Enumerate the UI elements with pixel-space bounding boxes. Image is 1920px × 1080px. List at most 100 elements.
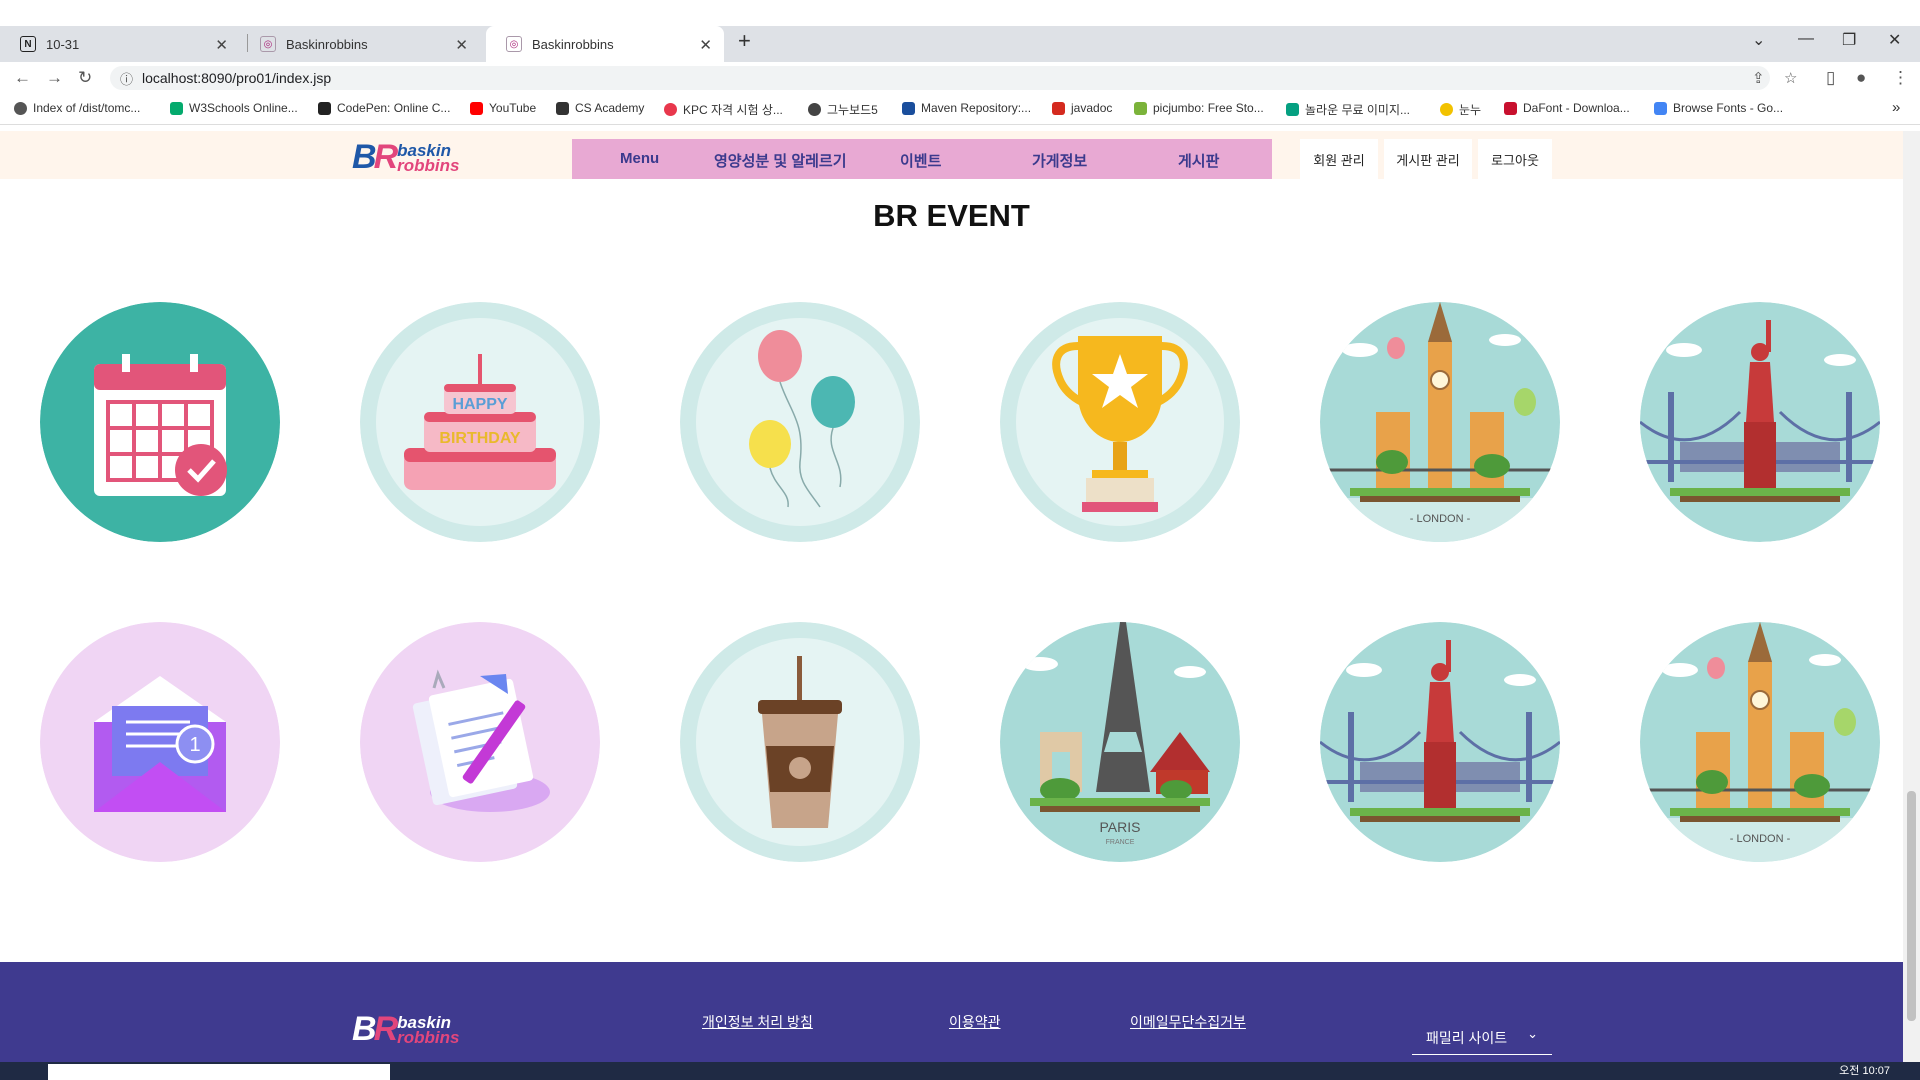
bookmark-item[interactable]: 그누보드5 [808,101,878,118]
tab-title: Baskinrobbins [286,36,368,52]
nav-event[interactable]: 이벤트 [900,150,941,171]
tab-title: 10-31 [46,36,80,52]
svg-text:HAPPY: HAPPY [452,396,507,413]
window-close-icon[interactable]: ✕ [1888,30,1901,50]
tab-1031[interactable]: N 10-31 ✕ [0,26,240,62]
event-coffee-cup-icon[interactable] [680,622,920,862]
more-bookmarks-icon[interactable]: » [1892,99,1900,116]
family-site-label: 패밀리 사이트 [1426,1030,1508,1046]
close-icon[interactable]: ✕ [215,36,228,54]
site-logo[interactable]: BR baskin robbins [352,138,459,177]
bookmark-item[interactable]: 눈누 [1440,101,1481,118]
board-admin-link[interactable]: 게시판 관리 [1384,139,1472,179]
bookmark-item[interactable]: W3Schools Online... [170,101,298,115]
page-scrollbar[interactable] [1903,131,1920,1062]
bookmark-icon [1286,103,1299,116]
taskbar-search[interactable] [48,1064,390,1080]
restore-icon[interactable]: ❐ [1842,30,1856,50]
address-row: ← → ↻ ⓘ localhost:8090/pro01/index.jsp ⇪… [0,62,1920,94]
event-notepad-icon[interactable] [360,622,600,862]
new-tab-icon[interactable]: + [738,28,751,54]
svg-text:1: 1 [189,734,200,756]
logo-words: baskin robbins [397,140,460,175]
bookmark-item[interactable]: KPC 자격 시험 상... [664,101,783,118]
logo-mark: BR [352,1010,398,1048]
window-top-strip [0,0,1920,26]
tab-bar: N 10-31 ✕ ◎ Baskinrobbins ✕ ◎ Baskinrobb… [0,26,1920,62]
bookmark-icon [808,103,821,116]
page-title: BR EVENT [873,198,1030,233]
sidepanel-icon[interactable]: ▯ [1826,68,1835,88]
event-london-icon[interactable]: - LONDON - [1640,622,1880,862]
url-text: localhost:8090/pro01/index.jsp [142,70,332,86]
address-bar[interactable]: ⓘ localhost:8090/pro01/index.jsp ⇪ ☆ [110,66,1797,90]
event-birthday-cake-icon[interactable]: HAPPY BIRTHDAY [360,302,600,542]
logout-link[interactable]: 로그아웃 [1478,139,1552,179]
bookmark-item[interactable]: picjumbo: Free Sto... [1134,101,1264,115]
bookmark-item[interactable]: DaFont - Downloa... [1504,101,1630,115]
forward-icon[interactable]: → [46,68,63,88]
tab-baskinrobbins-1[interactable]: ◎ Baskinrobbins ✕ [240,26,480,62]
terms-link[interactable]: 이용약관 [949,1012,1001,1032]
event-balloons-icon[interactable] [680,302,920,542]
event-calendar-icon[interactable] [40,302,280,542]
bookmark-icon [1134,101,1147,115]
bookmark-item[interactable]: Browse Fonts - Go... [1654,101,1783,115]
event-trophy-icon[interactable] [1000,302,1240,542]
event-paris-icon[interactable]: PARIS FRANCE [1000,622,1240,862]
bookmark-item[interactable]: YouTube [470,101,536,115]
bookmark-item[interactable]: 놀라운 무료 이미지... [1286,101,1410,118]
minimize-icon[interactable]: — [1798,30,1814,48]
br-icon: ◎ [260,36,276,52]
svg-text:BIRTHDAY: BIRTHDAY [439,430,521,447]
privacy-policy-link[interactable]: 개인정보 처리 방침 [702,1012,813,1032]
bookmark-icon [1052,101,1065,115]
london-label: - LONDON - [1730,833,1791,845]
tab-list-chevron-icon[interactable]: ⌄ [1752,30,1765,50]
bookmark-icon [14,101,27,115]
email-refusal-link[interactable]: 이메일무단수집거부 [1130,1012,1246,1032]
close-icon[interactable]: ✕ [699,36,712,54]
scrollbar-thumb[interactable] [1907,791,1916,1021]
bookmark-icon [1654,101,1667,115]
chevron-down-icon: ⌄ [1527,1026,1538,1041]
bookmark-icon [1440,103,1453,116]
taskbar-clock: 오전 10:07 [1839,1065,1890,1077]
footer-logo[interactable]: BR baskin robbins [352,1010,459,1049]
paris-sub-label: FRANCE [1106,839,1135,846]
tab-baskinrobbins-2[interactable]: ◎ Baskinrobbins ✕ [486,26,724,62]
tab-title: Baskinrobbins [532,36,614,52]
london-label: - LONDON - [1410,513,1471,525]
br-icon: ◎ [506,36,522,52]
family-site-select[interactable]: 패밀리 사이트 ⌄ [1412,1016,1552,1055]
nav-nutrition[interactable]: 영양성분 및 알레르기 [714,150,847,171]
event-new-york-icon[interactable] [1320,622,1560,862]
menu-icon[interactable]: ⋮ [1892,68,1909,88]
event-london-icon[interactable]: - LONDON - [1320,302,1560,542]
bookmark-item[interactable]: CodePen: Online C... [318,101,450,115]
nav-menu[interactable]: Menu [620,150,659,167]
notion-icon: N [20,36,36,52]
nav-board[interactable]: 게시판 [1178,150,1219,171]
bookmark-item[interactable]: Index of /dist/tomc... [14,101,140,115]
bookmark-item[interactable]: CS Academy [556,101,644,115]
back-icon[interactable]: ← [14,68,31,88]
site-footer: BR baskin robbins 개인정보 처리 방침 이용약관 이메일무단수… [0,962,1903,1062]
reload-icon[interactable]: ↻ [78,68,92,88]
info-icon[interactable]: ⓘ [120,69,133,88]
bookmark-icon [170,101,183,115]
event-mail-icon[interactable]: 1 [40,622,280,862]
share-icon[interactable]: ⇪ [1752,69,1765,87]
youtube-icon [470,101,483,115]
profile-icon[interactable]: ● [1856,68,1866,88]
bookmark-icon [664,103,677,116]
nav-store-info[interactable]: 가게정보 [1032,150,1087,171]
close-icon[interactable]: ✕ [455,36,468,54]
paris-label: PARIS [1100,819,1141,835]
event-new-york-icon[interactable] [1640,302,1880,542]
star-icon[interactable]: ☆ [1784,69,1797,87]
member-admin-link[interactable]: 회원 관리 [1300,139,1378,179]
bookmark-item[interactable]: javadoc [1052,101,1112,115]
bookmark-icon [556,101,569,115]
bookmark-item[interactable]: Maven Repository:... [902,101,1031,115]
